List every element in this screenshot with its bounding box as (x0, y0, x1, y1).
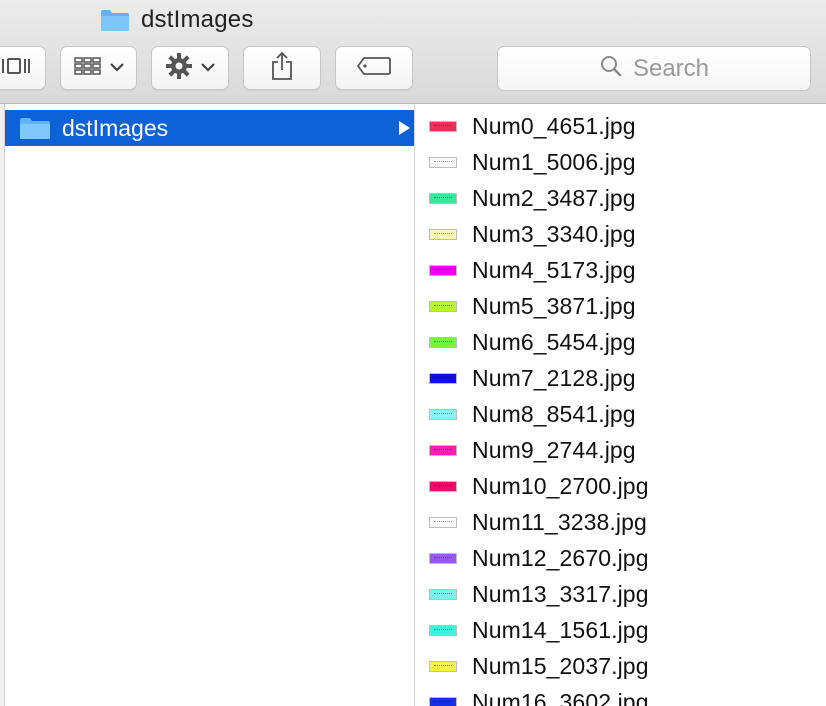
file-row[interactable]: Num0_4651.jpg (415, 108, 826, 144)
selected-folder-row[interactable]: dstImages (5, 110, 414, 146)
file-row[interactable]: Num14_1561.jpg (415, 612, 826, 648)
file-name: Num5_3871.jpg (472, 292, 636, 319)
search-field[interactable]: Search (497, 46, 811, 91)
file-row[interactable]: Num13_3317.jpg (415, 576, 826, 612)
image-thumbnail-icon (429, 372, 457, 384)
file-name: Num10_2700.jpg (472, 472, 649, 499)
grid-arrange-icon (73, 56, 102, 81)
share-button[interactable] (243, 46, 321, 90)
file-list-column: Num0_4651.jpg Num1_5006.jpg Num2_3487.jpg N… (415, 104, 826, 706)
file-name: Num13_3317.jpg (472, 580, 649, 607)
image-thumbnail-icon (429, 552, 457, 564)
parent-column: dstImages (5, 104, 415, 706)
file-row[interactable]: Num7_2128.jpg (415, 360, 826, 396)
file-row[interactable]: Num2_3487.jpg (415, 180, 826, 216)
file-name: Num4_5173.jpg (472, 256, 636, 283)
selected-folder-label: dstImages (62, 114, 169, 141)
file-row[interactable]: Num3_3340.jpg (415, 216, 826, 252)
file-row[interactable]: Num10_2700.jpg (415, 468, 826, 504)
file-name: Num7_2128.jpg (472, 364, 636, 391)
file-name: Num6_5454.jpg (472, 328, 636, 355)
image-thumbnail-icon (429, 300, 457, 312)
window-title-text: dstImages (141, 6, 254, 33)
toolbar: dstImages Search (0, 0, 826, 104)
arrange-button[interactable] (60, 46, 137, 90)
image-thumbnail-icon (429, 264, 457, 276)
image-thumbnail-icon (429, 408, 457, 420)
image-thumbnail-icon (429, 120, 457, 132)
file-row[interactable]: Num16_3602.jpg (415, 684, 826, 706)
file-name: Num11_3238.jpg (472, 508, 647, 535)
file-name: Num3_3340.jpg (472, 220, 636, 247)
image-thumbnail-icon (429, 228, 457, 240)
image-thumbnail-icon (429, 660, 457, 672)
file-row[interactable]: Num5_3871.jpg (415, 288, 826, 324)
file-name: Num2_3487.jpg (472, 184, 636, 211)
column-view-icon (0, 55, 36, 82)
file-row[interactable]: Num8_8541.jpg (415, 396, 826, 432)
file-row[interactable]: Num11_3238.jpg (415, 504, 826, 540)
folder-icon (19, 116, 51, 140)
search-icon (599, 54, 623, 83)
file-name: Num0_4651.jpg (472, 112, 636, 139)
file-name: Num12_2670.jpg (472, 544, 649, 571)
gear-icon (165, 52, 193, 85)
tag-button[interactable] (335, 46, 413, 90)
file-row[interactable]: Num12_2670.jpg (415, 540, 826, 576)
file-row[interactable]: Num1_5006.jpg (415, 144, 826, 180)
image-thumbnail-icon (429, 696, 457, 706)
image-thumbnail-icon (429, 444, 457, 456)
image-thumbnail-icon (429, 516, 457, 528)
file-name: Num14_1561.jpg (472, 616, 649, 643)
file-name: Num8_8541.jpg (472, 400, 636, 427)
window-title: dstImages (100, 5, 254, 35)
file-row[interactable]: Num4_5173.jpg (415, 252, 826, 288)
image-thumbnail-icon (429, 588, 457, 600)
image-thumbnail-icon (429, 624, 457, 636)
image-thumbnail-icon (429, 192, 457, 204)
share-icon (270, 51, 294, 86)
file-name: Num9_2744.jpg (472, 436, 636, 463)
file-name: Num15_2037.jpg (472, 652, 649, 679)
search-placeholder: Search (632, 54, 710, 82)
tag-icon (356, 56, 392, 81)
column-view-button[interactable] (0, 46, 46, 90)
folder-icon (100, 8, 130, 32)
image-thumbnail-icon (429, 336, 457, 348)
file-row[interactable]: Num9_2744.jpg (415, 432, 826, 468)
action-button[interactable] (151, 46, 229, 90)
disclosure-arrow-icon (399, 121, 410, 135)
image-thumbnail-icon (429, 156, 457, 168)
image-thumbnail-icon (429, 480, 457, 492)
chevron-down-icon (109, 59, 124, 77)
file-name: Num1_5006.jpg (472, 148, 636, 175)
file-row[interactable]: Num15_2037.jpg (415, 648, 826, 684)
file-name: Num16_3602.jpg (472, 688, 649, 706)
file-row[interactable]: Num6_5454.jpg (415, 324, 826, 360)
chevron-down-icon (201, 59, 215, 77)
